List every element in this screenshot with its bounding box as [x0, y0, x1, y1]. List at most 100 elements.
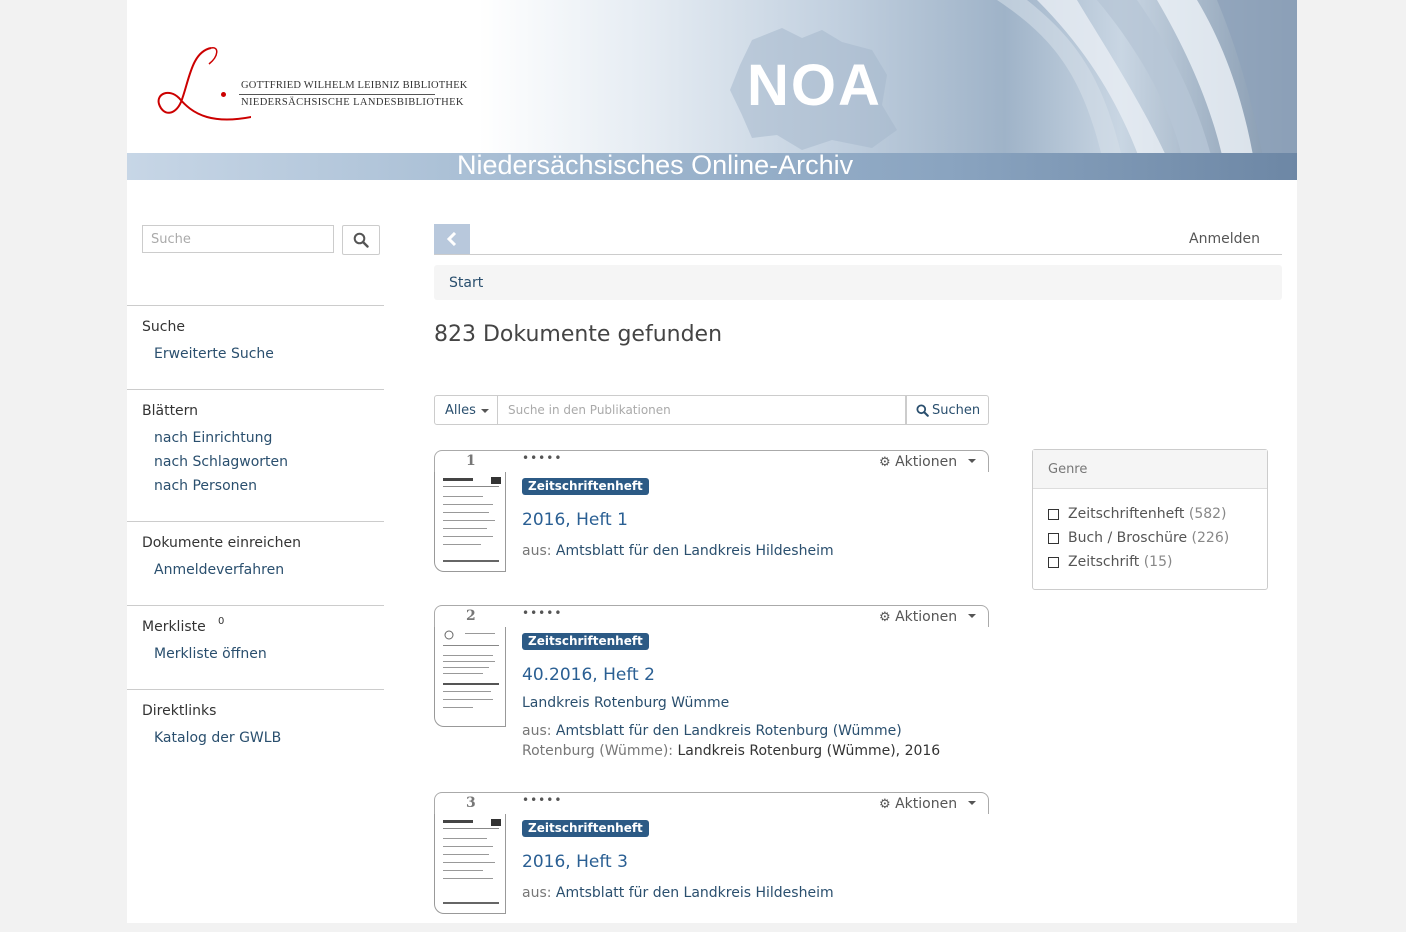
bookmark-count: 0	[218, 616, 225, 627]
result-source: aus: Amtsblatt für den Landkreis Rotenbu…	[522, 723, 902, 739]
rating-dots: •••••	[522, 793, 563, 807]
result-number: 3	[466, 795, 476, 811]
result-item: 1 ••••• ⚙ Aktionen Zeitschriftenheft 201…	[434, 450, 994, 590]
login-link[interactable]: Anmelden	[1189, 231, 1260, 247]
actions-label: Aktionen	[895, 454, 958, 470]
chevron-left-icon	[446, 232, 457, 246]
result-item: 2 ••••• ⚙ Aktionen Zeitschriftenheft 40.…	[434, 605, 994, 759]
facet-header: Genre	[1033, 450, 1267, 489]
result-number: 2	[466, 608, 476, 624]
genre-badge: Zeitschriftenheft	[522, 633, 649, 650]
sidebar-link-by-persons[interactable]: nach Personen	[154, 478, 257, 494]
sidebar-divider	[127, 689, 384, 690]
library-name-line1: Gottfried Wilhelm Leibniz Bibliothek	[241, 80, 468, 91]
result-source: aus: Amtsblatt für den Landkreis Hildesh…	[522, 885, 834, 901]
search-scope-dropdown[interactable]: Alles	[434, 395, 498, 425]
gear-icon: ⚙	[879, 610, 891, 625]
brand-noa: NOA	[747, 53, 882, 118]
page-container: Gottfried Wilhelm Leibniz Bibliothek Nie…	[127, 0, 1297, 923]
sidebar-divider	[127, 521, 384, 522]
sidebar-divider	[127, 305, 384, 306]
search-icon	[353, 232, 369, 248]
library-name-line2: Niedersächsische Landesbibliothek	[241, 97, 464, 108]
caret-down-icon	[967, 614, 976, 618]
gear-icon: ⚙	[879, 797, 891, 812]
sidebar-link-gwlb-catalog[interactable]: Katalog der GWLB	[154, 730, 281, 746]
publication-search-button[interactable]: Suchen	[906, 395, 989, 425]
sidebar-link-by-keywords[interactable]: nach Schlagworten	[154, 454, 288, 470]
facet-item-count: (15)	[1143, 554, 1173, 570]
actions-label: Aktionen	[895, 796, 958, 812]
genre-badge: Zeitschriftenheft	[522, 478, 649, 495]
result-thumbnail[interactable]	[434, 627, 506, 727]
library-logo-icon	[157, 47, 251, 121]
search-scope-label: Alles	[445, 403, 476, 418]
document-thumbnail-image	[443, 819, 501, 904]
caret-down-icon	[967, 801, 976, 805]
sidebar-heading-bookmarks: Merkliste	[142, 619, 206, 635]
topbar-divider	[434, 254, 1282, 255]
source-prefix: aus:	[522, 543, 552, 559]
rating-dots: •••••	[522, 451, 563, 465]
facet-title: Genre	[1048, 462, 1088, 477]
result-title[interactable]: 2016, Heft 1	[522, 510, 628, 530]
source-prefix: aus:	[522, 723, 552, 739]
site-subtitle: Niedersächsisches Online-Archiv	[457, 150, 854, 180]
document-thumbnail-image	[443, 630, 499, 708]
sidebar-search-button[interactable]	[342, 225, 380, 255]
breadcrumb-start[interactable]: Start	[449, 275, 483, 291]
sidebar-heading-suche: Suche	[142, 319, 185, 335]
caret-down-icon	[967, 459, 976, 463]
checkbox[interactable]	[1048, 533, 1059, 544]
caret-down-icon	[481, 409, 489, 413]
sidebar-heading-submit: Dokumente einreichen	[142, 535, 301, 551]
result-title[interactable]: 40.2016, Heft 2	[522, 665, 655, 685]
sidebar-link-registration[interactable]: Anmeldeverfahren	[154, 562, 284, 578]
sidebar-heading-browse: Blättern	[142, 403, 199, 419]
result-title[interactable]: 2016, Heft 3	[522, 852, 628, 872]
result-count: 823 Dokumente gefunden	[434, 322, 723, 347]
search-icon	[916, 404, 929, 417]
gear-icon: ⚙	[879, 455, 891, 470]
result-publisher: Rotenburg (Wümme): Landkreis Rotenburg (…	[522, 743, 940, 759]
sidebar-search-input[interactable]	[142, 225, 334, 253]
checkbox[interactable]	[1048, 557, 1059, 568]
publisher-place: Rotenburg (Wümme):	[522, 743, 673, 759]
breadcrumb	[434, 265, 1282, 300]
result-subtitle[interactable]: Landkreis Rotenburg Wümme	[522, 695, 729, 711]
result-item: 3 ••••• ⚙ Aktionen Zeitschriftenheft 201…	[434, 792, 994, 932]
sidebar-link-open-bookmarks[interactable]: Merkliste öffnen	[154, 646, 267, 662]
document-thumbnail-image	[443, 477, 501, 562]
source-link[interactable]: Amtsblatt für den Landkreis Rotenburg (W…	[556, 723, 902, 739]
sidebar-link-advanced-search[interactable]: Erweiterte Suche	[154, 346, 274, 362]
facet-item-label: Zeitschriftenheft	[1068, 506, 1185, 522]
facet-item-count: (226)	[1191, 530, 1230, 546]
search-button-label: Suchen	[932, 403, 981, 418]
result-source: aus: Amtsblatt für den Landkreis Hildesh…	[522, 543, 834, 559]
actions-menu[interactable]: ⚙ Aktionen	[879, 609, 976, 625]
result-thumbnail[interactable]	[434, 814, 506, 914]
genre-facet-panel: Genre Zeitschriftenheft (582) Buch / Bro…	[1032, 449, 1268, 590]
genre-badge: Zeitschriftenheft	[522, 820, 649, 837]
result-thumbnail[interactable]	[434, 472, 506, 572]
actions-menu[interactable]: ⚙ Aktionen	[879, 454, 976, 470]
facet-item-label: Buch / Broschüre	[1068, 530, 1188, 546]
source-link[interactable]: Amtsblatt für den Landkreis Hildesheim	[556, 885, 834, 901]
sidebar-divider	[127, 605, 384, 606]
facet-item-count: (582)	[1188, 506, 1227, 522]
checkbox[interactable]	[1048, 509, 1059, 520]
logo-divider	[239, 94, 435, 95]
publisher-name: Landkreis Rotenburg (Wümme), 2016	[677, 743, 941, 759]
actions-menu[interactable]: ⚙ Aktionen	[879, 796, 976, 812]
source-link[interactable]: Amtsblatt für den Landkreis Hildesheim	[556, 543, 834, 559]
facet-item-label: Zeitschrift	[1068, 554, 1140, 570]
publication-search-input[interactable]	[498, 395, 906, 425]
rating-dots: •••••	[522, 606, 563, 620]
result-number: 1	[466, 453, 476, 469]
logo-dot	[221, 92, 226, 97]
sidebar-divider	[127, 389, 384, 390]
sidebar-link-by-institution[interactable]: nach Einrichtung	[154, 430, 272, 446]
source-prefix: aus:	[522, 885, 552, 901]
actions-label: Aktionen	[895, 609, 958, 625]
back-button[interactable]	[434, 224, 470, 254]
